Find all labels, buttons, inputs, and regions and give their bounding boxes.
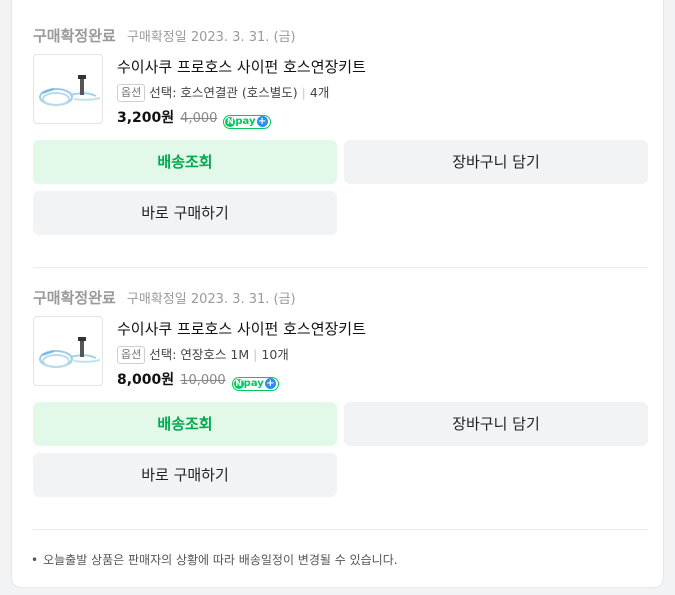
notice-text: 오늘출발 상품은 판매자의 상황에 따라 배송일정이 변경될 수 있습니다. [43,553,398,567]
product-thumbnail[interactable] [33,54,103,124]
npay-logo-icon: N [225,117,236,127]
order-item: 구매확정완료 구매확정일 2023. 3. 31. (금) 수이사쿠 프로호스 … [33,287,648,510]
track-delivery-button[interactable]: 배송조회 [33,140,337,184]
order-item: 구매확정완료 구매확정일 2023. 3. 31. (금) 수이사쿠 프로호스 … [33,25,648,248]
plus-icon: + [264,378,276,389]
order-status: 구매확정완료 [33,27,116,45]
option-badge: 옵션 [117,346,146,364]
add-to-cart-button[interactable]: 장바구니 담기 [344,402,648,446]
order-list-card: 구매확정완료 구매확정일 2023. 3. 31. (금) 수이사쿠 프로호스 … [11,0,664,588]
plus-icon: + [256,116,268,127]
hose-image [39,75,101,106]
hose-image [39,337,101,368]
confirm-date: 구매확정일 2023. 3. 31. (금) [126,30,296,45]
product-thumbnail[interactable] [33,316,103,386]
option-badge: 옵션 [117,84,146,102]
option-text: 선택: 연장호스 1M [149,347,250,362]
npay-logo-icon: N [233,379,244,389]
notice-divider [33,529,648,530]
npay-label: pay [243,378,264,389]
bullet-icon: • [31,553,39,567]
product-name[interactable]: 수이사쿠 프로호스 사이펀 호스연장키트 [117,56,366,77]
option-line: 옵션 선택: 연장호스 1M | 10개 [117,344,289,364]
npay-plus-badge: Npay + [223,115,271,129]
quantity: 10개 [261,347,289,362]
price: 3,200원 [117,110,175,126]
order-header: 구매확정완료 구매확정일 2023. 3. 31. (금) [33,25,296,47]
npay-plus-badge: Npay + [231,377,279,391]
price-line: 8,000원 10,000 Npay + [117,368,279,391]
price: 8,000원 [117,372,175,388]
option-separator: | [253,347,258,362]
delivery-notice: • 오늘출발 상품은 판매자의 상황에 따라 배송일정이 변경될 수 있습니다. [31,551,398,568]
order-header: 구매확정완료 구매확정일 2023. 3. 31. (금) [33,287,296,309]
option-text: 선택: 호스연결관 (호스별도) [149,85,298,100]
option-line: 옵션 선택: 호스연결관 (호스별도) | 4개 [117,82,329,102]
add-to-cart-button[interactable]: 장바구니 담기 [344,140,648,184]
npay-label: pay [235,116,256,127]
price-line: 3,200원 4,000 Npay + [117,106,271,129]
confirm-date: 구매확정일 2023. 3. 31. (금) [126,292,296,307]
buy-now-button[interactable]: 바로 구매하기 [33,191,337,235]
buy-now-button[interactable]: 바로 구매하기 [33,453,337,497]
option-separator: | [301,85,306,100]
track-delivery-button[interactable]: 배송조회 [33,402,337,446]
order-divider [33,267,648,268]
original-price: 10,000 [180,373,226,388]
order-status: 구매확정완료 [33,289,116,307]
quantity: 4개 [309,85,330,100]
product-name[interactable]: 수이사쿠 프로호스 사이펀 호스연장키트 [117,318,366,339]
original-price: 4,000 [180,111,218,126]
